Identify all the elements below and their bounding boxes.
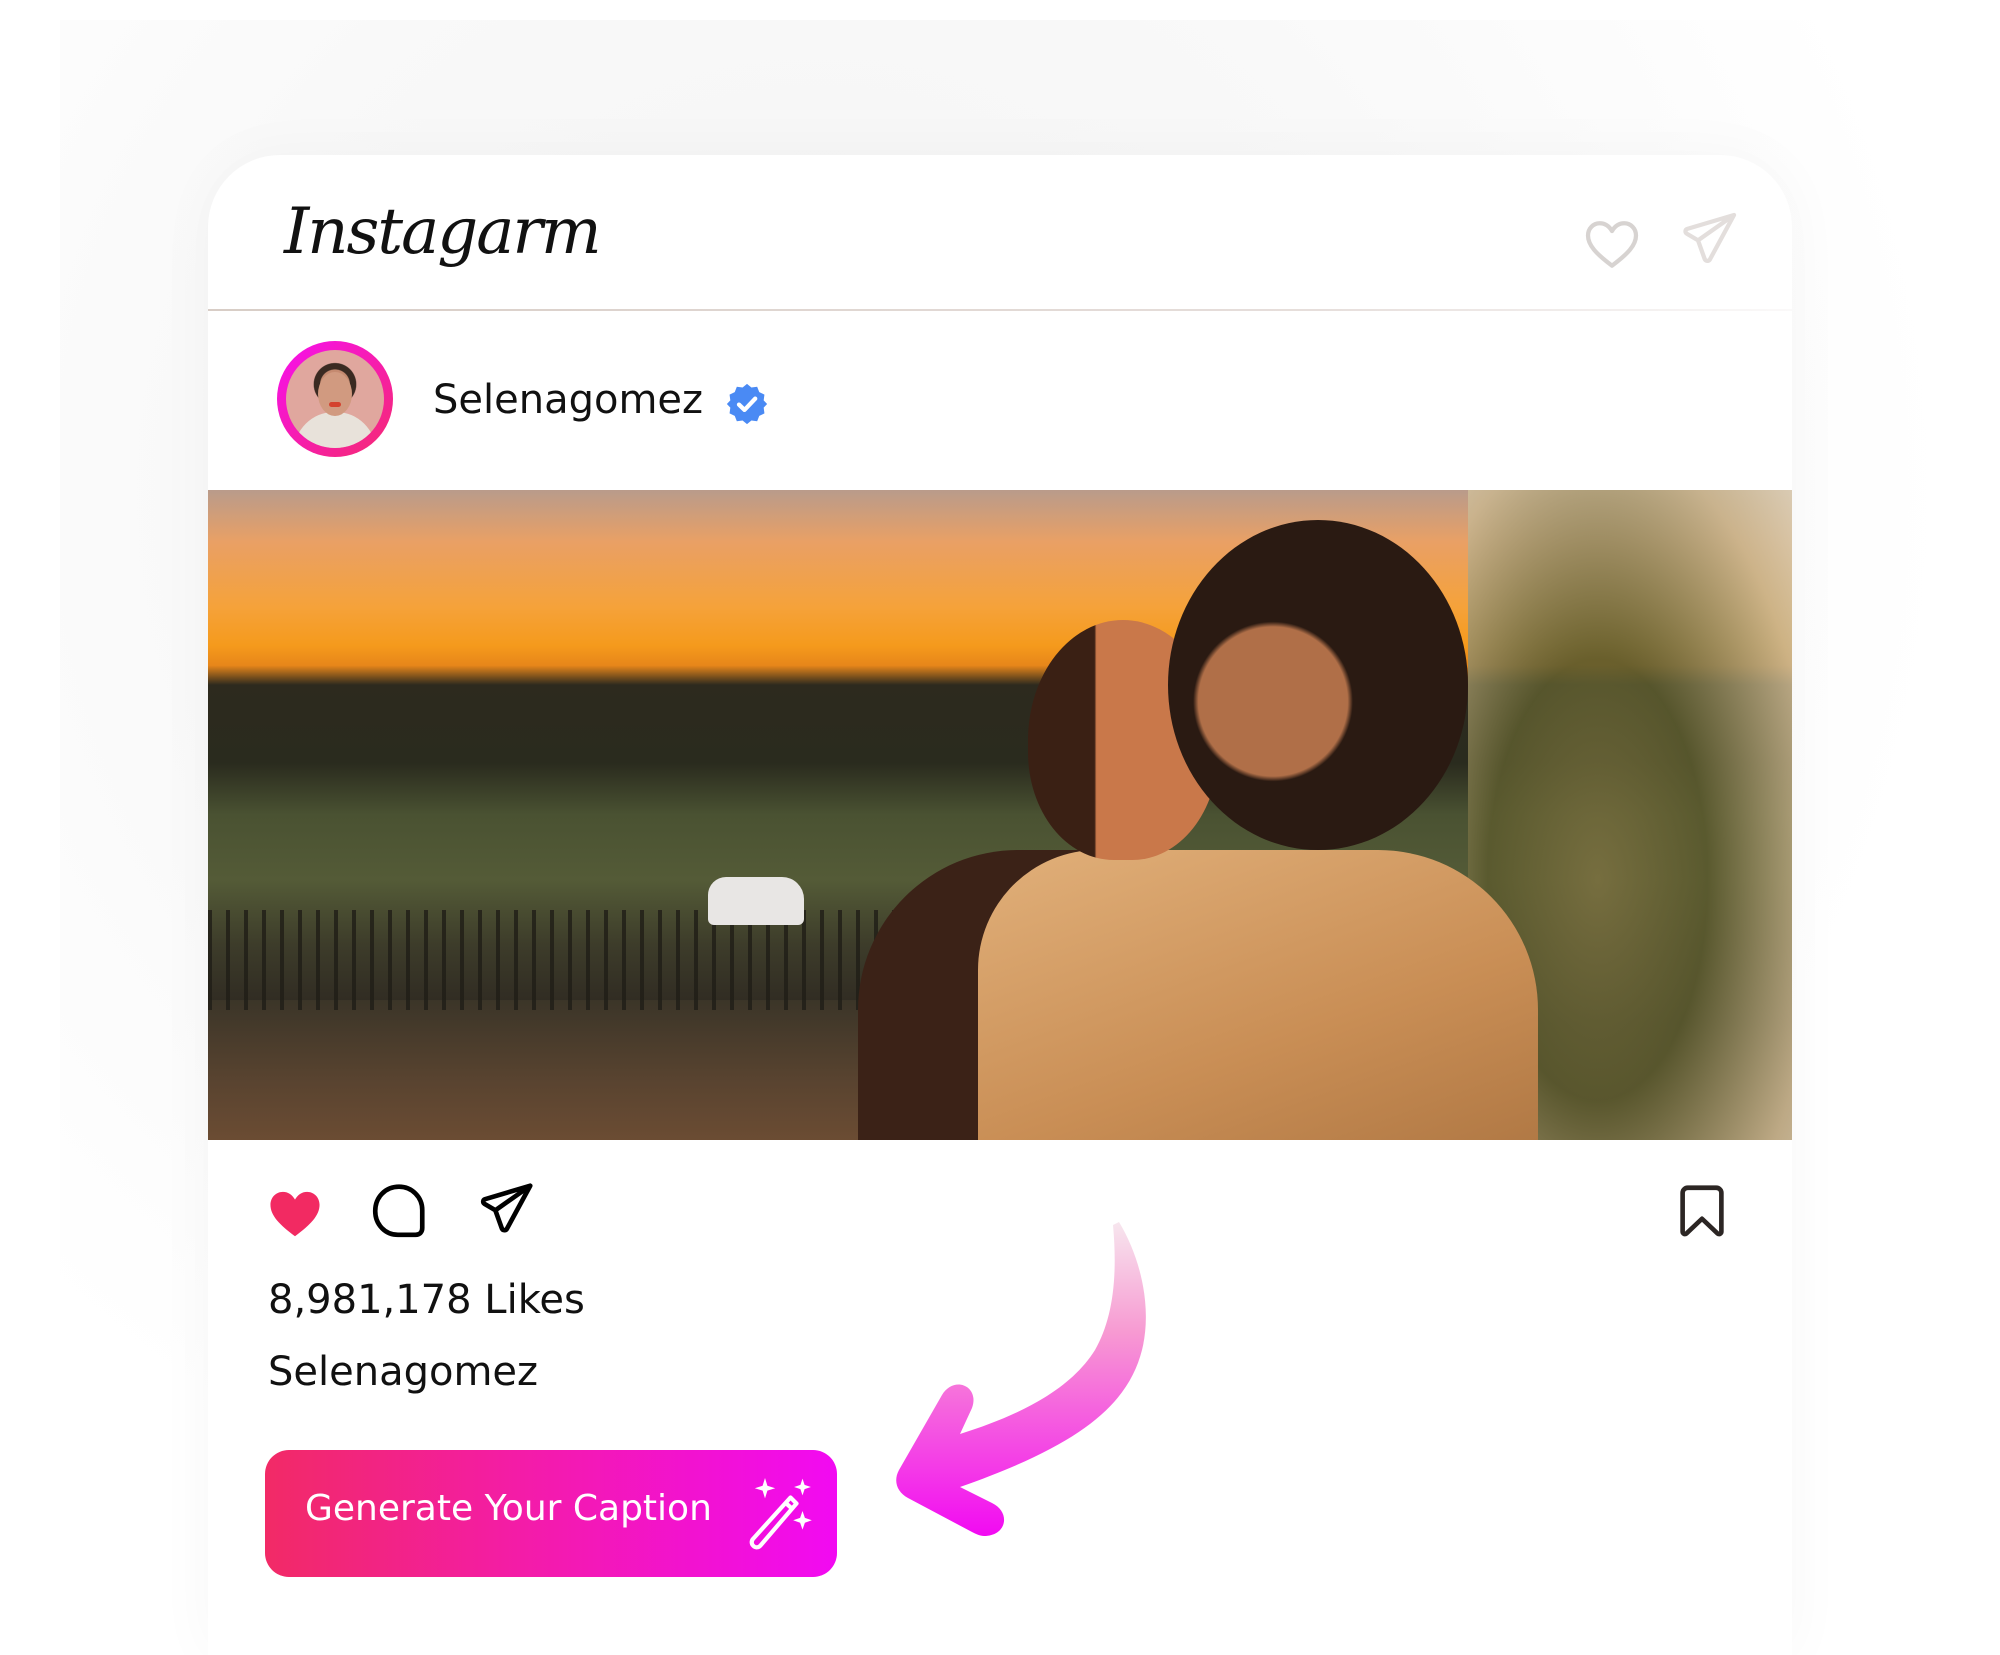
generate-caption-label: Generate Your Caption [305, 1488, 712, 1529]
post-photo[interactable] [208, 490, 1792, 1140]
magic-wand-icon [749, 1478, 812, 1550]
post-username[interactable]: Selenagomez [433, 377, 703, 423]
verified-badge-icon [726, 383, 768, 425]
header-divider [208, 309, 1792, 311]
caption-username[interactable]: Selenagomez [268, 1349, 538, 1395]
curved-arrow-icon [896, 1222, 1146, 1536]
likes-count: 8,981,178 Likes [268, 1277, 585, 1323]
send-icon[interactable] [1678, 207, 1742, 271]
bookmark-button[interactable] [1671, 1180, 1733, 1242]
avatar-image [286, 350, 384, 448]
generate-caption-button[interactable]: Generate Your Caption [265, 1450, 837, 1577]
share-button[interactable] [476, 1178, 538, 1240]
comment-button[interactable] [368, 1180, 430, 1242]
like-button[interactable] [264, 1182, 326, 1244]
heart-outline-icon[interactable] [1580, 211, 1644, 275]
app-logo: Instagarm [284, 195, 602, 269]
avatar[interactable] [277, 341, 393, 457]
top-bar: Instagarm [208, 155, 1792, 309]
